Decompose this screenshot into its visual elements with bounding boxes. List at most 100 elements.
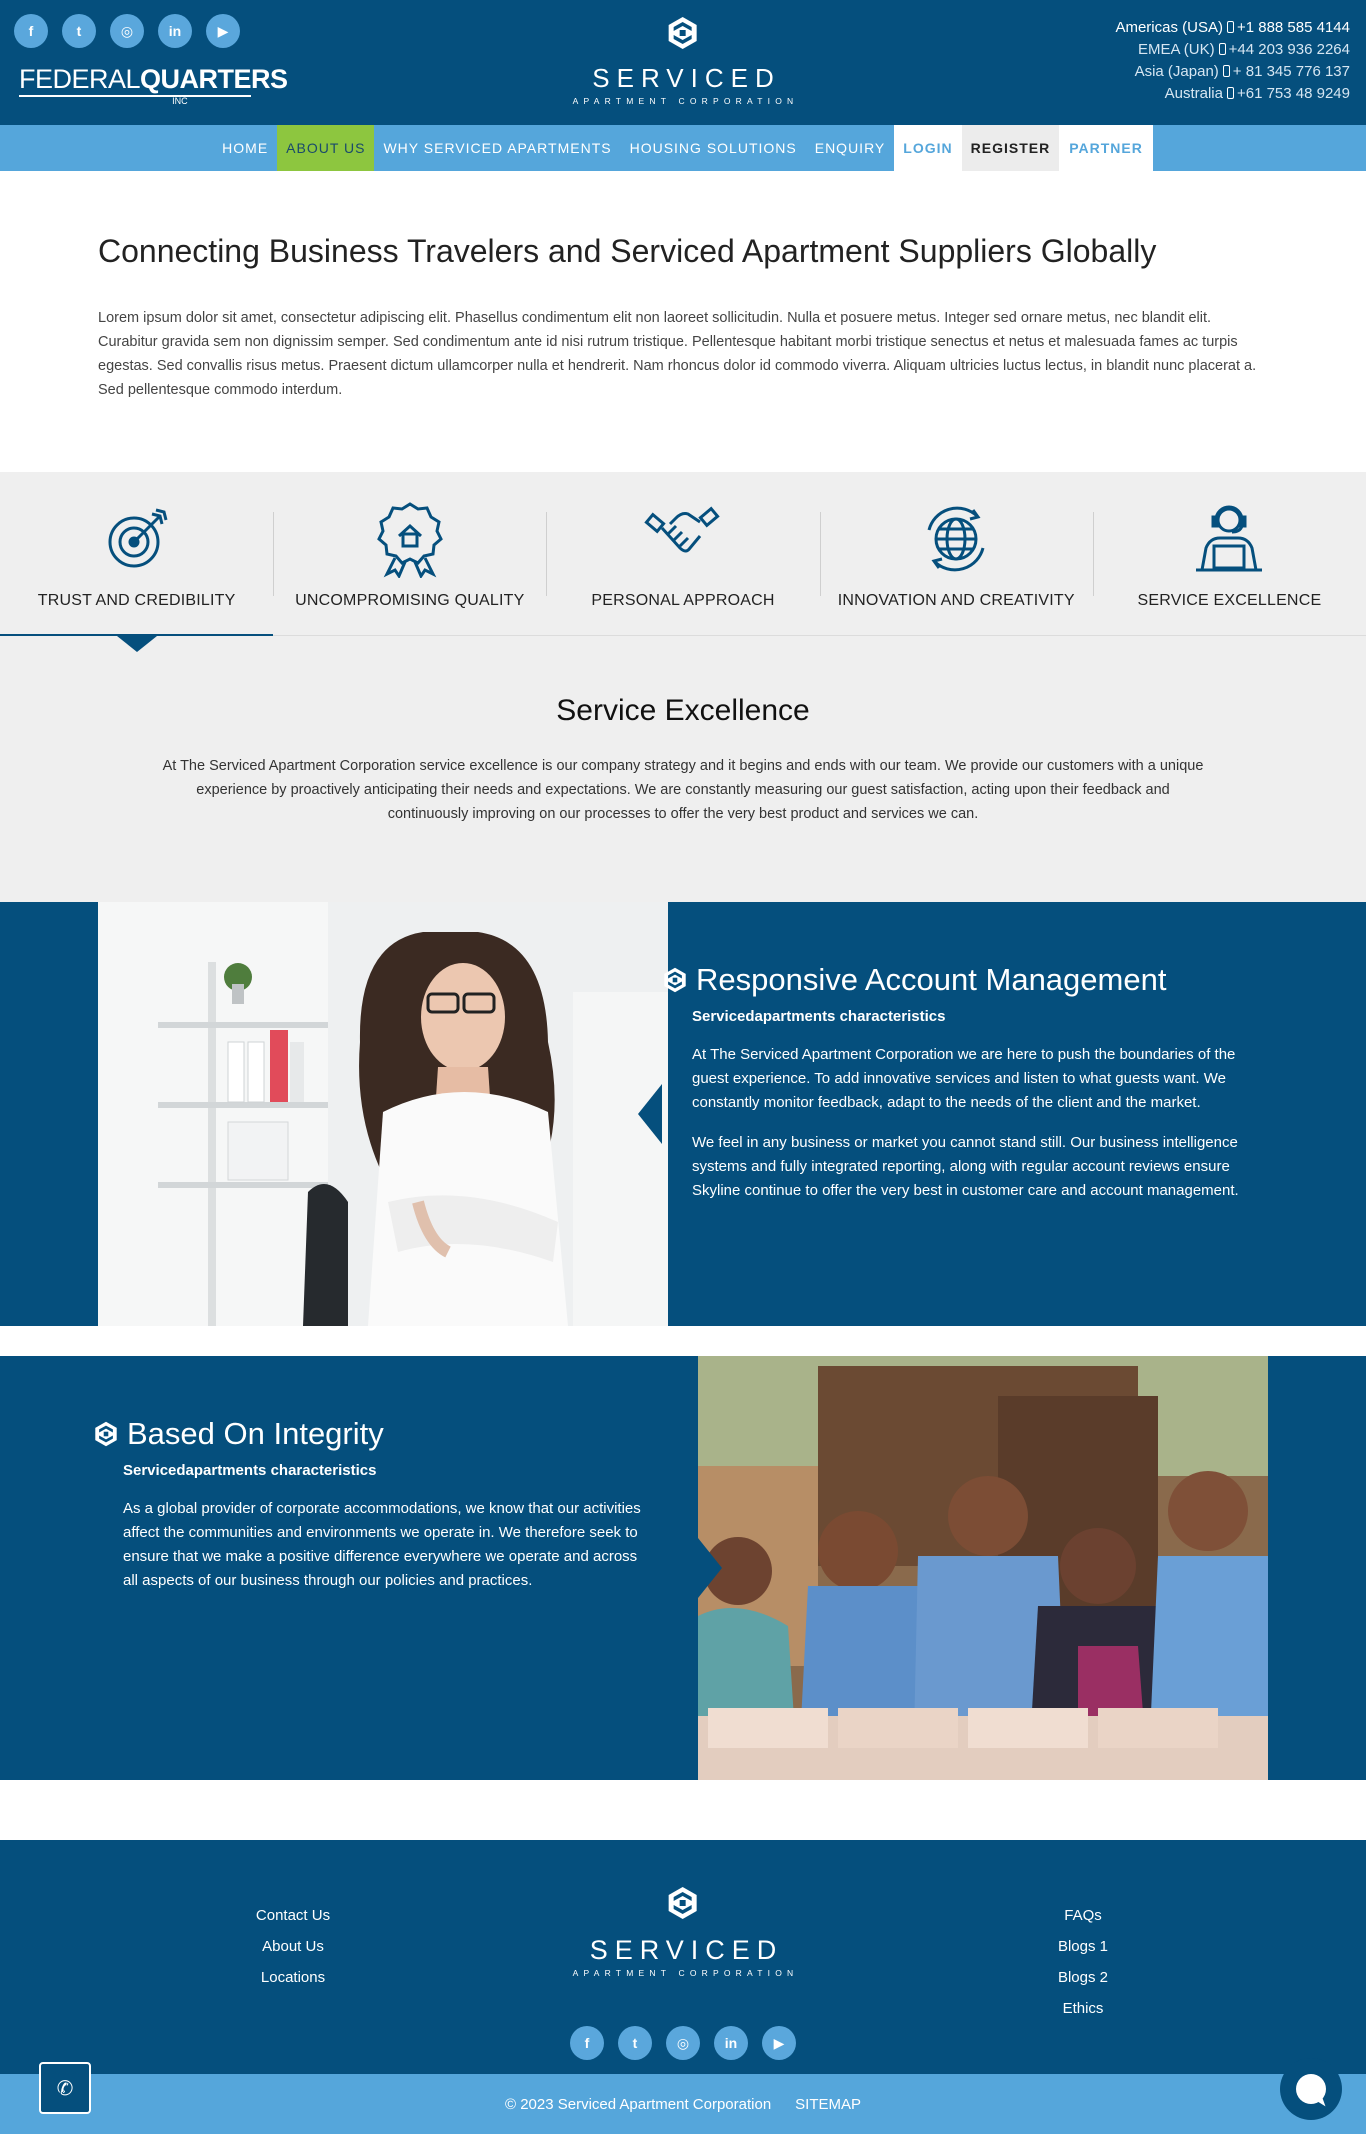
federal-quarters-logo[interactable]: FEDERALQUARTERS INC: [19, 64, 288, 106]
facebook-icon[interactable]: f: [14, 14, 48, 48]
footer-link-about-us[interactable]: About Us: [243, 1931, 343, 1962]
feature-title: Responsive Account Management: [696, 962, 1167, 997]
intro-text: Lorem ipsum dolor sit amet, consectetur …: [98, 310, 1257, 398]
instagram-icon[interactable]: ◎: [110, 14, 144, 48]
tab-panel-text: At The Serviced Apartment Corporation se…: [162, 758, 1204, 822]
chat-bubble-icon: [1296, 2074, 1326, 2104]
linkedin-icon[interactable]: in: [158, 14, 192, 48]
serviced-hex-icon: [668, 1887, 697, 1919]
main-navigation: HOME ABOUT US WHY SERVICED APARTMENTS HO…: [0, 125, 1366, 171]
login-button[interactable]: LOGIN: [894, 125, 962, 171]
copyright-text: © 2023 Serviced Apartment Corporation: [504, 2095, 772, 2113]
feature-subtitle: Servicedapartments characteristics: [692, 1008, 946, 1025]
brand-name: SERVICED: [592, 63, 781, 93]
tab-panel: Service Excellence At The Serviced Apart…: [0, 636, 1366, 902]
contact-australia[interactable]: Australia +61 753 48 9249: [1115, 83, 1350, 105]
nav-about-us[interactable]: ABOUT US: [277, 125, 375, 171]
office-woman-photo: [98, 902, 668, 1326]
brand-subtitle: APARTMENT CORPORATION: [572, 96, 799, 106]
register-button[interactable]: REGISTER: [961, 125, 1060, 171]
sitemap-link[interactable]: SITEMAP: [795, 2096, 861, 2113]
youtube-icon[interactable]: ▶: [206, 14, 240, 48]
feature-title: Based On Integrity: [127, 1416, 384, 1451]
active-tab-caret: [116, 636, 157, 652]
nav-housing-solutions[interactable]: HOUSING SOLUTIONS: [621, 125, 806, 171]
contact-americas[interactable]: Americas (USA) +1 888 585 4144: [1115, 17, 1350, 39]
instagram-icon[interactable]: ◎: [666, 2026, 700, 2060]
footer-logo[interactable]: SERVICED APARTMENT CORPORATION: [568, 1886, 799, 1978]
values-tabs: TRUST AND CREDIBILITY UNCOMPROMISING QUA…: [0, 472, 1366, 652]
feature-paragraph: We feel in any business or market you ca…: [692, 1134, 1239, 1199]
contact-asia[interactable]: Asia (Japan) + 81 345 776 137: [1115, 61, 1350, 83]
feature-text: Based On Integrity Servicedapartments ch…: [93, 1416, 653, 1609]
nav-enquiry[interactable]: ENQUIRY: [806, 125, 895, 171]
chat-widget-button[interactable]: [1280, 2058, 1342, 2120]
nav-why-serviced-apartments[interactable]: WHY SERVICED APARTMENTS: [374, 125, 620, 171]
tab-personal-approach[interactable]: PERSONAL APPROACH: [546, 472, 819, 635]
nav-home[interactable]: HOME: [213, 125, 277, 171]
feature-title-row: Responsive Account Management: [662, 962, 1252, 998]
site-footer: Contact Us About Us Locations SERVICED A…: [0, 1840, 1366, 2074]
quality-badge-icon: [376, 502, 443, 578]
feature-paragraph: At The Serviced Apartment Corporation we…: [692, 1046, 1236, 1111]
page-title: Connecting Business Travelers and Servic…: [98, 233, 1157, 269]
smiling-children-image: [698, 1356, 1268, 1780]
footer-link-faqs[interactable]: FAQs: [1033, 1900, 1133, 1931]
tab-label: INNOVATION AND CREATIVITY: [837, 592, 1075, 609]
footer-link-blogs-1[interactable]: Blogs 1: [1033, 1931, 1133, 1962]
facebook-icon[interactable]: f: [570, 2026, 604, 2060]
tab-panel-title: Service Excellence: [556, 694, 810, 727]
footer-link-ethics[interactable]: Ethics: [1033, 1993, 1133, 2024]
site-header: f t ◎ in ▶ FEDERALQUARTERS INC SERVICED …: [0, 0, 1366, 125]
handshake-icon: [644, 506, 720, 553]
tab-label: TRUST AND CREDIBILITY: [37, 592, 236, 609]
fq-logo-rule: [19, 95, 251, 97]
footer-social-links: f t ◎ in ▶: [570, 2026, 796, 2060]
youtube-icon[interactable]: ▶: [762, 2026, 796, 2060]
regional-phone-numbers: Americas (USA) +1 888 585 4144 EMEA (UK) +…: [1115, 17, 1350, 105]
partner-button[interactable]: PARTNER: [1059, 125, 1153, 171]
mobile-phone-icon: [1218, 43, 1226, 55]
twitter-icon[interactable]: t: [618, 2026, 652, 2060]
linkedin-icon[interactable]: in: [714, 2026, 748, 2060]
feature-text: Responsive Account Management Servicedap…: [664, 962, 1252, 1219]
tab-service-excellence[interactable]: SERVICE EXCELLENCE: [1092, 472, 1366, 635]
fq-logo-word1: FEDERAL: [19, 64, 141, 94]
tab-uncompromising-quality[interactable]: UNCOMPROMISING QUALITY: [273, 472, 546, 635]
fq-logo-word2: QUARTERS: [140, 64, 288, 94]
support-agent-icon: [1196, 505, 1263, 572]
feature-body: As a global provider of corporate accomm…: [93, 1497, 653, 1593]
footer-link-blogs-2[interactable]: Blogs 2: [1033, 1962, 1133, 1993]
footer-bottom-bar: ✆ © 2023 Serviced Apartment Corporation …: [0, 2058, 1366, 2134]
footer-link-contact-us[interactable]: Contact Us: [243, 1900, 343, 1931]
mobile-phone-icon: [1226, 87, 1234, 99]
serviced-hex-icon: [664, 967, 686, 993]
serviced-hex-icon: [668, 17, 697, 49]
tab-label: UNCOMPROMISING QUALITY: [295, 592, 525, 609]
contact-region: Australia: [1164, 85, 1223, 102]
contact-emea[interactable]: EMEA (UK) +44 203 936 2264: [1115, 39, 1350, 61]
feature-account-management: Responsive Account Management Servicedap…: [0, 902, 1366, 1326]
twitter-icon[interactable]: t: [62, 14, 96, 48]
feature-subtitle: Servicedapartments characteristics: [123, 1462, 377, 1479]
office-woman-image: [98, 902, 668, 1326]
feature-pointer: [638, 1084, 662, 1144]
values-section: TRUST AND CREDIBILITY UNCOMPROMISING QUA…: [0, 472, 1366, 902]
footer-brand-name: SERVICED: [589, 1935, 784, 1965]
children-photo: [698, 1356, 1268, 1780]
footer-links-right: FAQs Blogs 1 Blogs 2 Ethics: [1033, 1900, 1133, 2024]
serviced-hex-icon: [95, 1421, 117, 1447]
serviced-logo[interactable]: SERVICED APARTMENT CORPORATION: [568, 16, 799, 106]
tab-label: SERVICE EXCELLENCE: [1137, 592, 1322, 609]
tab-trust-and-credibility[interactable]: TRUST AND CREDIBILITY: [0, 472, 274, 652]
header-social-links: f t ◎ in ▶: [14, 14, 240, 48]
footer-link-locations[interactable]: Locations: [243, 1962, 343, 1993]
tab-innovation-and-creativity[interactable]: INNOVATION AND CREATIVITY: [819, 472, 1093, 635]
call-phone-button[interactable]: ✆: [39, 2062, 91, 2114]
footer-links-left: Contact Us About Us Locations: [243, 1900, 343, 1993]
phone-icon: ✆: [56, 2077, 74, 2100]
feature-body: At The Serviced Apartment Corporation we…: [692, 1043, 1252, 1203]
feature-integrity: Based On Integrity Servicedapartments ch…: [0, 1356, 1366, 1780]
intro-section: Connecting Business Travelers and Servic…: [0, 171, 1366, 472]
target-icon: [108, 508, 168, 568]
